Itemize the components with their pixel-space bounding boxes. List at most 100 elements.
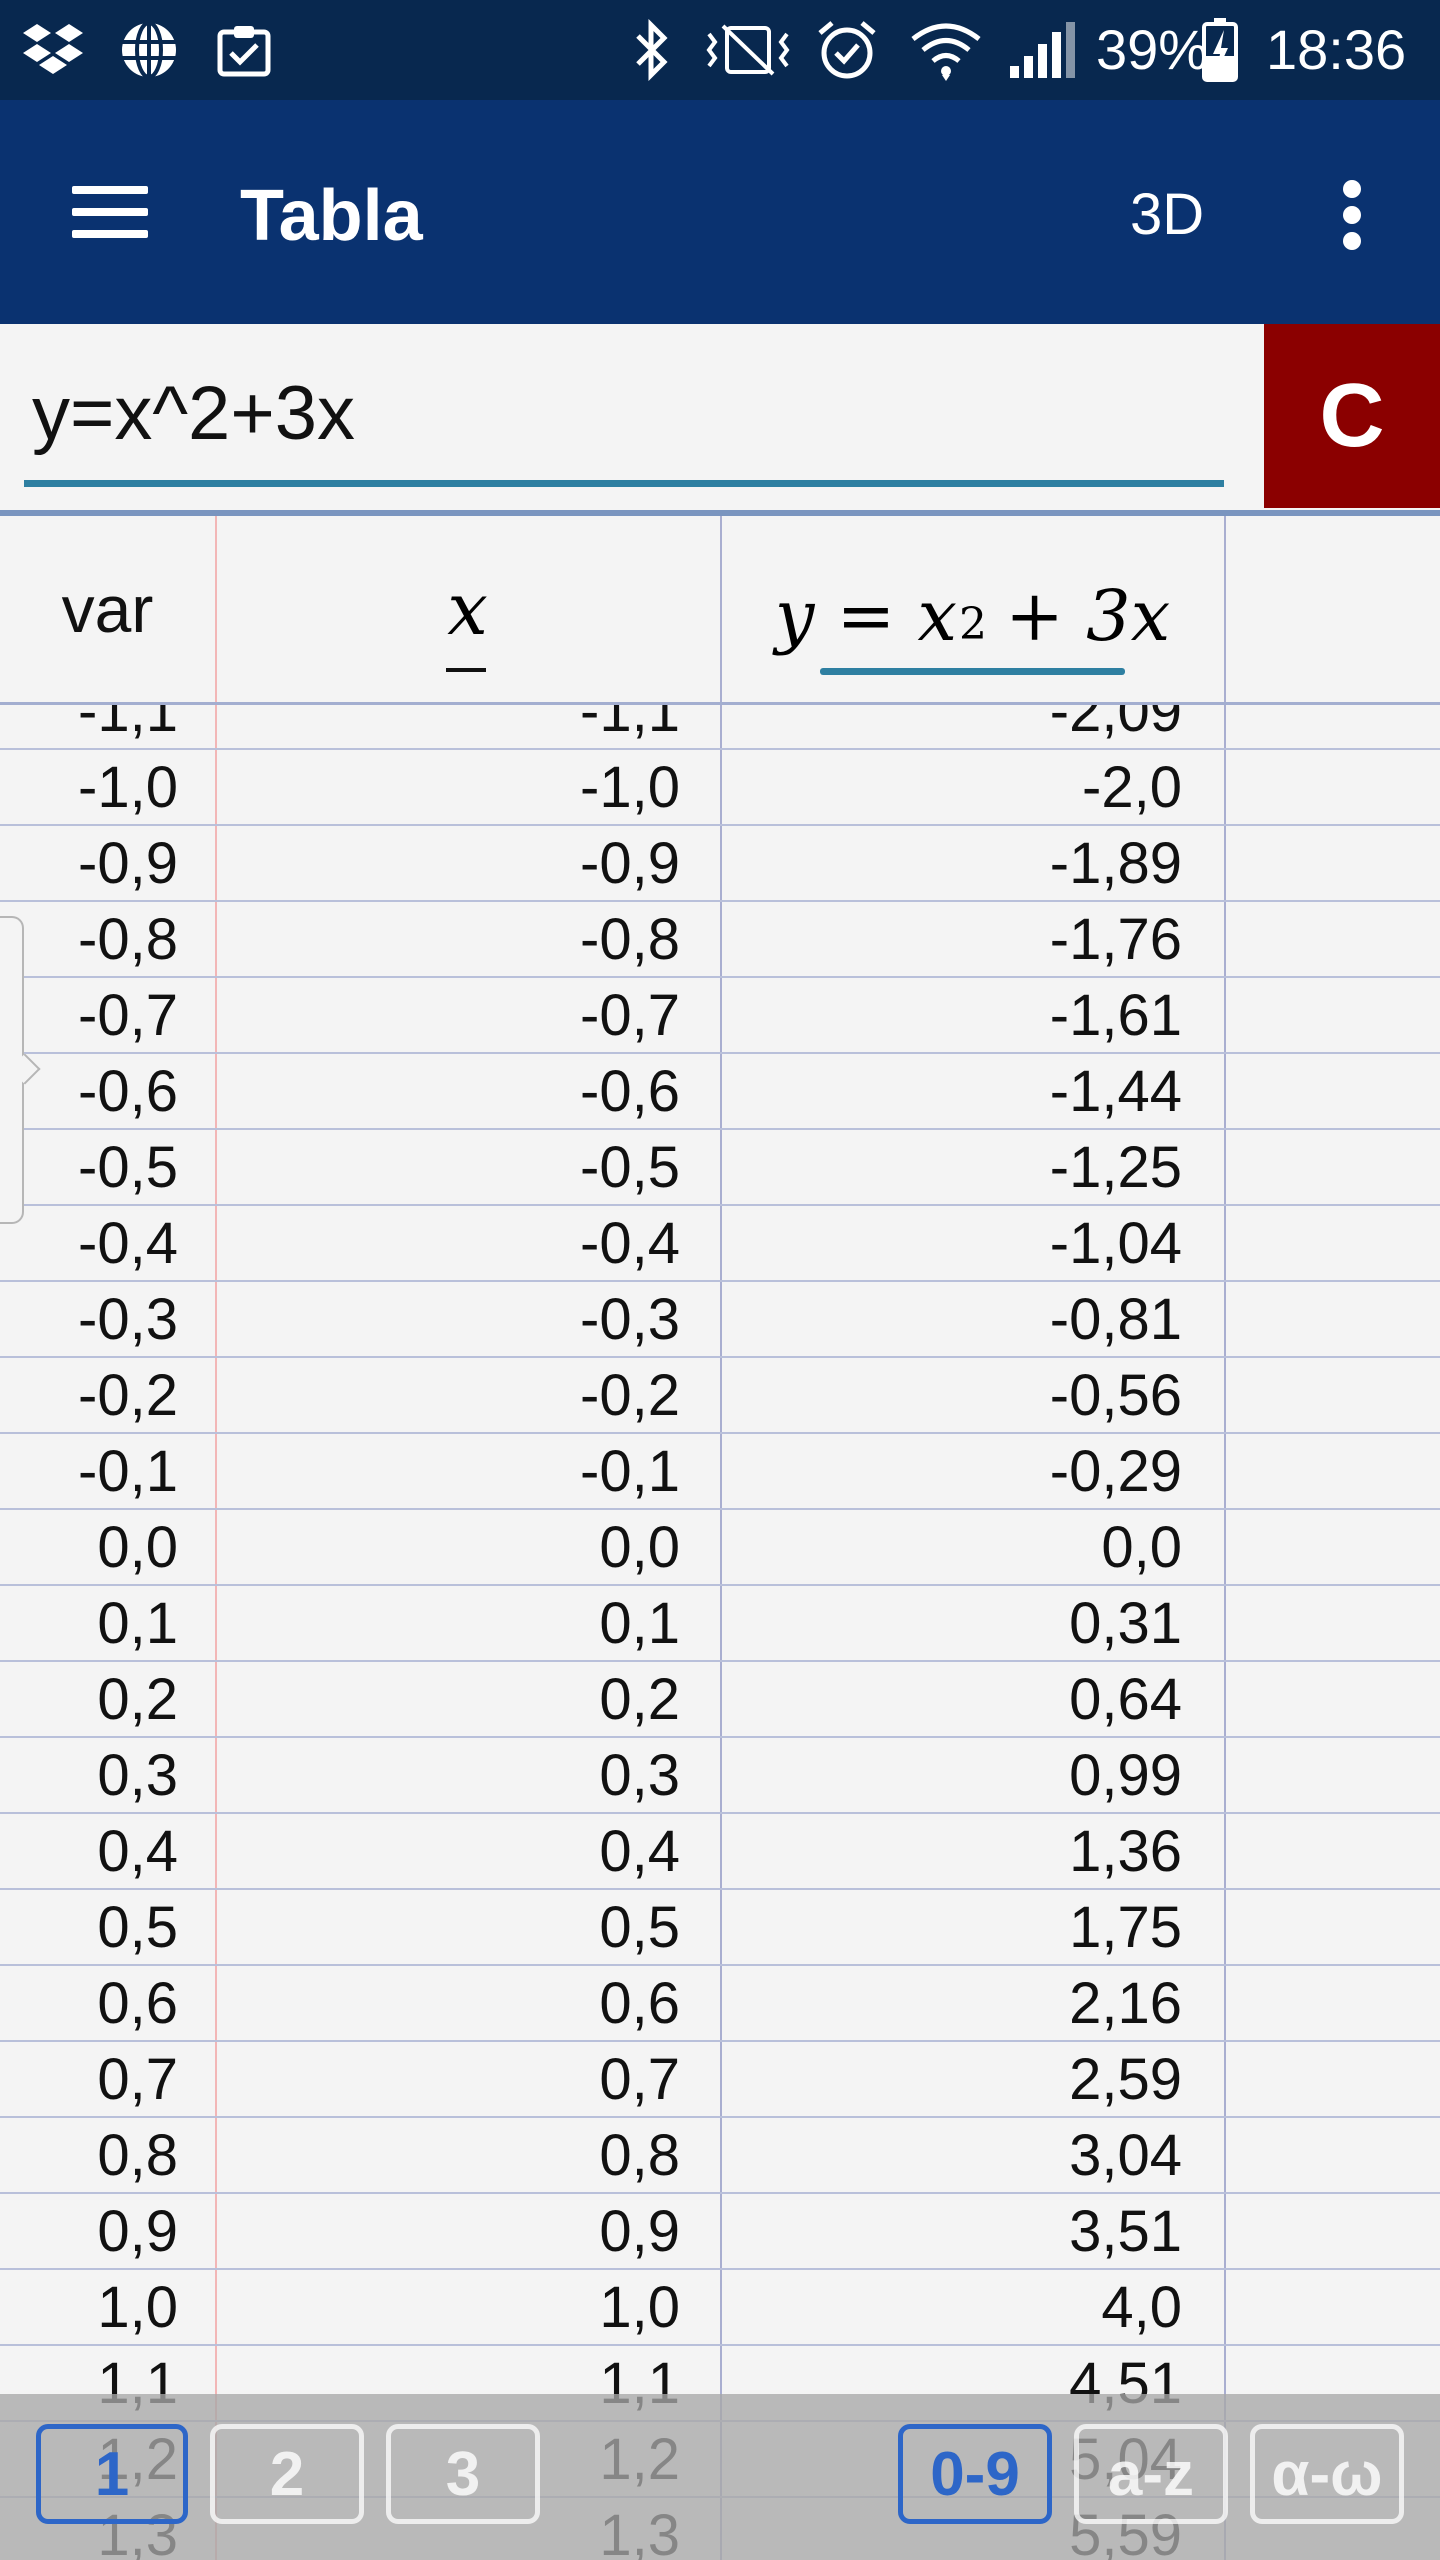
cell-y[interactable]: -1,76 [720, 902, 1182, 978]
cell-x[interactable]: 1,0 [215, 2270, 680, 2346]
cell-var[interactable]: 0,2 [0, 1662, 178, 1738]
cell-y[interactable]: -2,0 [720, 750, 1182, 826]
table-row[interactable]: -0,3 -0,3 -0,81 [0, 1282, 1440, 1358]
cell-y[interactable]: 4,0 [720, 2270, 1182, 2346]
table-row[interactable]: -1,0 -1,0 -2,0 [0, 750, 1440, 826]
cell-x[interactable]: 0,6 [215, 1966, 680, 2042]
cell-y[interactable]: 1,36 [720, 1814, 1182, 1890]
table-row[interactable]: -0,9 -0,9 -1,89 [0, 826, 1440, 902]
cell-x[interactable]: -0,1 [215, 1434, 680, 1510]
view-3d-button[interactable]: 3D [1130, 180, 1204, 250]
cell-x[interactable]: -0,8 [215, 902, 680, 978]
side-panel-handle[interactable] [0, 916, 24, 1224]
cell-x[interactable]: -0,4 [215, 1206, 680, 1282]
cell-x[interactable]: 0,9 [215, 2194, 680, 2270]
cell-x[interactable]: 0,4 [215, 1814, 680, 1890]
cell-y[interactable]: -1,61 [720, 978, 1182, 1054]
table-tab-1[interactable]: 1 [36, 2424, 188, 2524]
cell-var[interactable]: -0,1 [0, 1434, 178, 1510]
cell-y[interactable]: -1,25 [720, 1130, 1182, 1206]
keyboard-numbers-button[interactable]: 0-9 [898, 2424, 1052, 2524]
alarm-icon [814, 21, 880, 79]
table-row[interactable]: -0,8 -0,8 -1,76 [0, 902, 1440, 978]
values-table[interactable]: -1,1 -1,1 -2,09 -1,0 -1,0 -2,0 -0,9 -0,9 -1,89 -0… [0, 516, 1440, 2560]
table-row[interactable]: -0,4 -0,4 -1,04 [0, 1206, 1440, 1282]
cell-var[interactable]: -0,8 [0, 902, 178, 978]
cell-x[interactable]: 0,7 [215, 2042, 680, 2118]
table-row[interactable]: -0,6 -0,6 -1,44 [0, 1054, 1440, 1130]
cell-y[interactable]: 0,99 [720, 1738, 1182, 1814]
cell-y[interactable]: 0,64 [720, 1662, 1182, 1738]
cell-var[interactable]: 0,0 [0, 1510, 178, 1586]
hamburger-menu-icon[interactable] [60, 162, 160, 262]
table-row[interactable]: -0,7 -0,7 -1,61 [0, 978, 1440, 1054]
table-row[interactable]: 1,0 1,0 4,0 [0, 2270, 1440, 2346]
cell-x[interactable]: -0,6 [215, 1054, 680, 1130]
cell-y[interactable]: -1,89 [720, 826, 1182, 902]
clear-button[interactable]: C [1264, 324, 1440, 508]
cell-y[interactable]: -0,81 [720, 1282, 1182, 1358]
cell-y[interactable]: -0,29 [720, 1434, 1182, 1510]
cell-var[interactable]: 0,9 [0, 2194, 178, 2270]
table-row[interactable]: 0,9 0,9 3,51 [0, 2194, 1440, 2270]
table-row[interactable]: 0,3 0,3 0,99 [0, 1738, 1440, 1814]
table-row[interactable]: 0,4 0,4 1,36 [0, 1814, 1440, 1890]
table-row[interactable]: 0,6 0,6 2,16 [0, 1966, 1440, 2042]
cell-x[interactable]: 0,8 [215, 2118, 680, 2194]
keyboard-letters-button[interactable]: a-z [1074, 2424, 1228, 2524]
table-row[interactable]: 0,8 0,8 3,04 [0, 2118, 1440, 2194]
cell-x[interactable]: 0,2 [215, 1662, 680, 1738]
table-row[interactable]: 0,7 0,7 2,59 [0, 2042, 1440, 2118]
table-tab-2[interactable]: 2 [210, 2424, 364, 2524]
cell-var[interactable]: -0,9 [0, 826, 178, 902]
cell-var[interactable]: 0,4 [0, 1814, 178, 1890]
cell-x[interactable]: 0,0 [215, 1510, 680, 1586]
cell-x[interactable]: 0,1 [215, 1586, 680, 1662]
table-row[interactable]: -0,1 -0,1 -0,29 [0, 1434, 1440, 1510]
keyboard-greek-button[interactable]: α-ω [1250, 2424, 1404, 2524]
header-var[interactable]: var [0, 516, 215, 702]
expression-input[interactable]: y=x^2+3x [24, 364, 1232, 464]
header-divider [0, 702, 1440, 705]
cell-var[interactable]: 0,8 [0, 2118, 178, 2194]
cell-var[interactable]: 0,5 [0, 1890, 178, 1966]
cell-y[interactable]: -1,44 [720, 1054, 1182, 1130]
cell-y[interactable]: 2,59 [720, 2042, 1182, 2118]
header-x[interactable]: x [215, 516, 720, 702]
cell-var[interactable]: 0,1 [0, 1586, 178, 1662]
cell-var[interactable]: -0,7 [0, 978, 178, 1054]
cell-var[interactable]: -0,3 [0, 1282, 178, 1358]
table-row[interactable]: 0,5 0,5 1,75 [0, 1890, 1440, 1966]
cell-var[interactable]: 0,3 [0, 1738, 178, 1814]
cell-x[interactable]: -0,3 [215, 1282, 680, 1358]
table-row[interactable]: 0,1 0,1 0,31 [0, 1586, 1440, 1662]
cell-x[interactable]: 0,5 [215, 1890, 680, 1966]
cell-x[interactable]: 0,3 [215, 1738, 680, 1814]
cell-var[interactable]: -1,0 [0, 750, 178, 826]
cell-var[interactable]: 0,6 [0, 1966, 178, 2042]
cell-y[interactable]: 3,04 [720, 2118, 1182, 2194]
cell-y[interactable]: -1,04 [720, 1206, 1182, 1282]
table-row[interactable]: -0,5 -0,5 -1,25 [0, 1130, 1440, 1206]
cell-var[interactable]: -0,2 [0, 1358, 178, 1434]
table-tab-3[interactable]: 3 [386, 2424, 540, 2524]
cell-var[interactable]: -0,4 [0, 1206, 178, 1282]
cell-y[interactable]: 1,75 [720, 1890, 1182, 1966]
cell-x[interactable]: -0,9 [215, 826, 680, 902]
cell-var[interactable]: 0,7 [0, 2042, 178, 2118]
cell-y[interactable]: 0,31 [720, 1586, 1182, 1662]
table-row[interactable]: -0,2 -0,2 -0,56 [0, 1358, 1440, 1434]
cell-x[interactable]: -0,2 [215, 1358, 680, 1434]
more-vert-icon[interactable] [1320, 160, 1384, 270]
cell-y[interactable]: 2,16 [720, 1966, 1182, 2042]
table-row[interactable]: 0,2 0,2 0,64 [0, 1662, 1440, 1738]
cell-x[interactable]: -1,0 [215, 750, 680, 826]
cell-y[interactable]: -0,56 [720, 1358, 1182, 1434]
cell-x[interactable]: -0,7 [215, 978, 680, 1054]
cell-var[interactable]: -0,5 [0, 1130, 178, 1206]
table-row[interactable]: 0,0 0,0 0,0 [0, 1510, 1440, 1586]
cell-y[interactable]: 3,51 [720, 2194, 1182, 2270]
cell-x[interactable]: -0,5 [215, 1130, 680, 1206]
cell-var[interactable]: 1,0 [0, 2270, 178, 2346]
cell-y[interactable]: 0,0 [720, 1510, 1182, 1586]
